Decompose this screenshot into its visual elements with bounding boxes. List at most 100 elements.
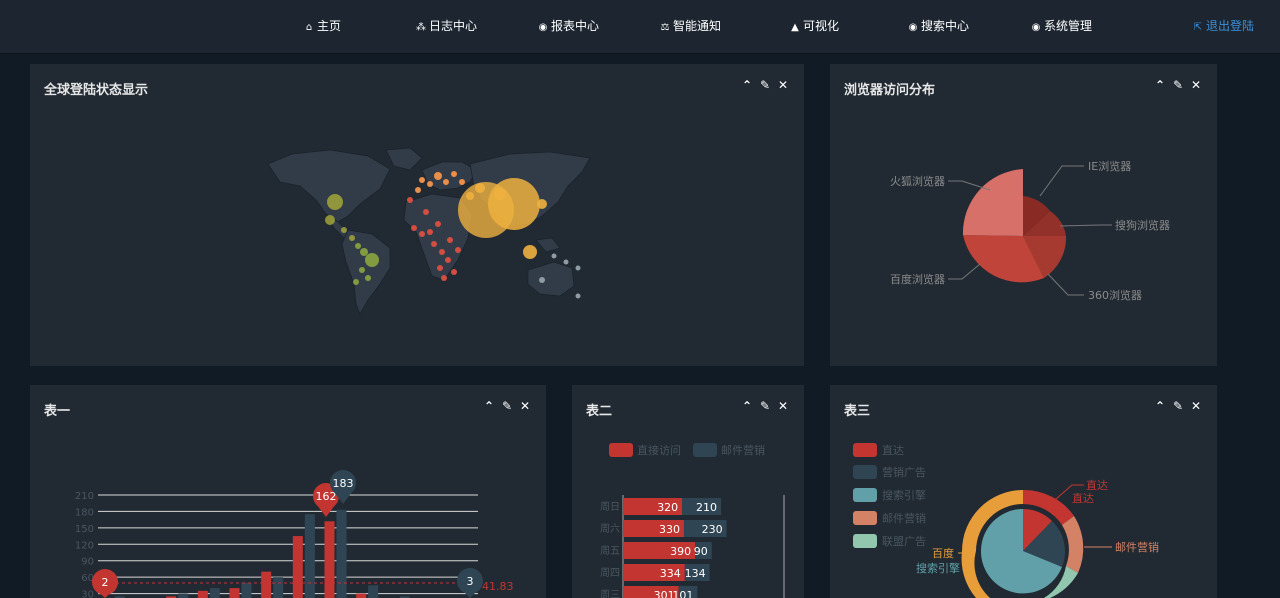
balance-scale-icon: ⚖ bbox=[660, 22, 670, 33]
bar-value-label: 230 bbox=[702, 523, 723, 536]
category-label: 周四 bbox=[600, 567, 620, 579]
table3-nested-pie-chart: 直达 营销广告 搜索引擎 邮件营销 联盟广告 直达 直达 邮件营销 百度 搜索引… bbox=[853, 443, 1159, 598]
rose-label-firefox: 火狐浏览器 bbox=[890, 174, 945, 188]
max-pin-b-label: 183 bbox=[333, 477, 354, 490]
map-panel: 全球登陆状态显示 ⌃ ✎ ✕ bbox=[30, 64, 804, 366]
legend-label-3: 邮件营销 bbox=[882, 511, 926, 525]
users-icon: ◉ bbox=[1031, 22, 1041, 33]
legend-label-4: 联盟广告 bbox=[882, 535, 926, 548]
browser-panel: 浏览器访问分布 ⌃ ✎ ✕ IE浏览器 搜狗浏览器 360浏览器 百度浏览器 火狐浏… bbox=[830, 64, 1217, 366]
table2-panel: 表二 ⌃ ✎ ✕ 直接访问 邮件营销 周日 320 210 周六 330 230 周五 390 90… bbox=[572, 385, 804, 598]
users-icon: ◉ bbox=[538, 22, 548, 33]
y-tick-label: 210 bbox=[75, 491, 94, 502]
nav-home-label: 主页 bbox=[317, 19, 342, 33]
rose-label-ie: IE浏览器 bbox=[1088, 159, 1131, 173]
legend-swatch-direct bbox=[609, 443, 633, 457]
outer-label-baidu: 百度 bbox=[932, 546, 954, 560]
home-icon: ⌂ bbox=[305, 22, 313, 33]
nav-report-center[interactable]: ◉ 报表中心 bbox=[537, 0, 599, 53]
bar-value-label: 101 bbox=[672, 589, 693, 598]
inner-label-direct: 直达 bbox=[1072, 491, 1094, 505]
bar-series-1[interactable] bbox=[336, 509, 347, 598]
bar-value-label: 210 bbox=[696, 501, 717, 514]
bar-series-0[interactable] bbox=[197, 590, 208, 598]
legend-label-1: 营销广告 bbox=[882, 465, 926, 479]
nav-system-admin[interactable]: ◉ 系统管理 bbox=[1030, 0, 1092, 53]
y-tick-label: 90 bbox=[81, 557, 94, 568]
average-label: 41.83 bbox=[482, 580, 514, 593]
nav-visualization[interactable]: ▲ 可视化 bbox=[789, 0, 839, 53]
outer-label-direct: 直达 bbox=[1086, 478, 1108, 492]
y-tick-label: 30 bbox=[81, 590, 94, 598]
legend-swatch-1 bbox=[853, 465, 877, 479]
bar-series-1[interactable] bbox=[368, 585, 379, 598]
logout-label: 退出登陆 bbox=[1206, 19, 1255, 33]
bar-series-1[interactable] bbox=[304, 514, 315, 598]
table2-legend: 直接访问 邮件营销 bbox=[609, 443, 765, 457]
table3-panel: 表三 ⌃ ✎ ✕ 直达 营销广告 搜索引擎 邮件营销 联盟广告 直达 直达 邮件… bbox=[830, 385, 1217, 598]
min-pin-a-label: 2 bbox=[102, 576, 109, 589]
bar-series-1[interactable] bbox=[209, 588, 220, 598]
world-map bbox=[267, 147, 591, 315]
bar-series-0[interactable] bbox=[356, 593, 367, 598]
y-tick-label: 150 bbox=[75, 524, 94, 535]
external-link-icon: ⇱ bbox=[1193, 22, 1203, 33]
category-label: 周三 bbox=[600, 589, 620, 598]
category-label: 周六 bbox=[600, 523, 620, 535]
legend-swatch-4 bbox=[853, 534, 877, 548]
nav-home[interactable]: ⌂ 主页 bbox=[303, 0, 341, 53]
nav-log-center[interactable]: ⁂ 日志中心 bbox=[415, 0, 477, 53]
nav-log-center-label: 日志中心 bbox=[429, 19, 478, 33]
nav-smart-notify[interactable]: ⚖ 智能通知 bbox=[659, 0, 722, 53]
y-tick-label: 180 bbox=[75, 507, 94, 518]
nav-search-center[interactable]: ◉ 搜索中心 bbox=[907, 0, 969, 53]
y-tick-label: 120 bbox=[75, 540, 94, 551]
legend-swatch-2 bbox=[853, 488, 877, 502]
nav-search-center-label: 搜索中心 bbox=[921, 19, 970, 33]
rose-label-baidu: 百度浏览器 bbox=[890, 272, 945, 286]
nav-system-admin-label: 系统管理 bbox=[1044, 19, 1093, 33]
table2-stacked-bar-chart: 直接访问 邮件营销 周日 320 210 周六 330 230 周五 390 90 周四 334 13… bbox=[600, 443, 785, 598]
bar-series-0[interactable] bbox=[292, 536, 303, 598]
min-pin-b-label: 3 bbox=[467, 575, 474, 588]
bar-value-label: 330 bbox=[659, 523, 680, 536]
table1-bar-chart: 210180150120906030 41.83 162 183 2 3 bbox=[75, 470, 514, 598]
bar-value-label: 134 bbox=[685, 567, 706, 580]
nav-visualization-label: 可视化 bbox=[803, 19, 840, 33]
legend-label-email: 邮件营销 bbox=[721, 443, 765, 457]
category-label: 周日 bbox=[600, 501, 620, 513]
rose-label-360: 360浏览器 bbox=[1088, 288, 1142, 302]
table3-legend: 直达 营销广告 搜索引擎 邮件营销 联盟广告 bbox=[853, 443, 926, 548]
nav-smart-notify-label: 智能通知 bbox=[673, 19, 722, 33]
sitemap-icon: ⁂ bbox=[416, 22, 426, 33]
inner-pie bbox=[980, 509, 1066, 594]
bar-series-1[interactable] bbox=[273, 577, 284, 598]
legend-swatch-0 bbox=[853, 443, 877, 457]
nav-report-center-label: 报表中心 bbox=[551, 19, 600, 33]
table1-panel: 表一 ⌃ ✎ ✕ 210 180 150 120 90 60 30 41.83 162 183 … bbox=[30, 385, 546, 598]
users-icon: ◉ bbox=[908, 22, 918, 33]
inner-label-search: 搜索引擎 bbox=[916, 561, 960, 575]
bar-series-0[interactable] bbox=[261, 571, 272, 598]
legend-label-direct: 直接访问 bbox=[637, 443, 681, 457]
category-label: 周五 bbox=[600, 545, 620, 557]
bar-series-1[interactable] bbox=[241, 582, 252, 598]
area-chart-icon: ▲ bbox=[791, 22, 799, 33]
outer-label-email: 邮件营销 bbox=[1115, 540, 1159, 554]
bar-series-1[interactable] bbox=[178, 593, 189, 598]
legend-label-2: 搜索引擎 bbox=[882, 488, 926, 502]
bar-value-label: 90 bbox=[694, 545, 708, 558]
max-pin-a-label: 162 bbox=[316, 490, 337, 503]
legend-swatch-3 bbox=[853, 511, 877, 525]
bar-value-label: 334 bbox=[660, 567, 681, 580]
bar-series-0[interactable] bbox=[229, 588, 240, 598]
bar-value-label: 320 bbox=[657, 501, 678, 514]
rose-slice-firefox bbox=[962, 169, 1023, 236]
bar-series-0[interactable] bbox=[324, 521, 335, 598]
legend-swatch-email bbox=[693, 443, 717, 457]
browser-rose-chart: IE浏览器 搜狗浏览器 360浏览器 百度浏览器 火狐浏览器 bbox=[890, 159, 1170, 302]
legend-label-0: 直达 bbox=[882, 443, 904, 457]
logout-link[interactable]: ⇱ 退出登陆 bbox=[1192, 0, 1254, 53]
rose-label-sougou: 搜狗浏览器 bbox=[1115, 218, 1170, 232]
top-navbar: ⌂ 主页 ⁂ 日志中心 ◉ 报表中心 ⚖ 智能通知 ▲ 可视化 ◉ 搜索中心 ◉ 系统管理 ⇱… bbox=[0, 0, 1280, 54]
